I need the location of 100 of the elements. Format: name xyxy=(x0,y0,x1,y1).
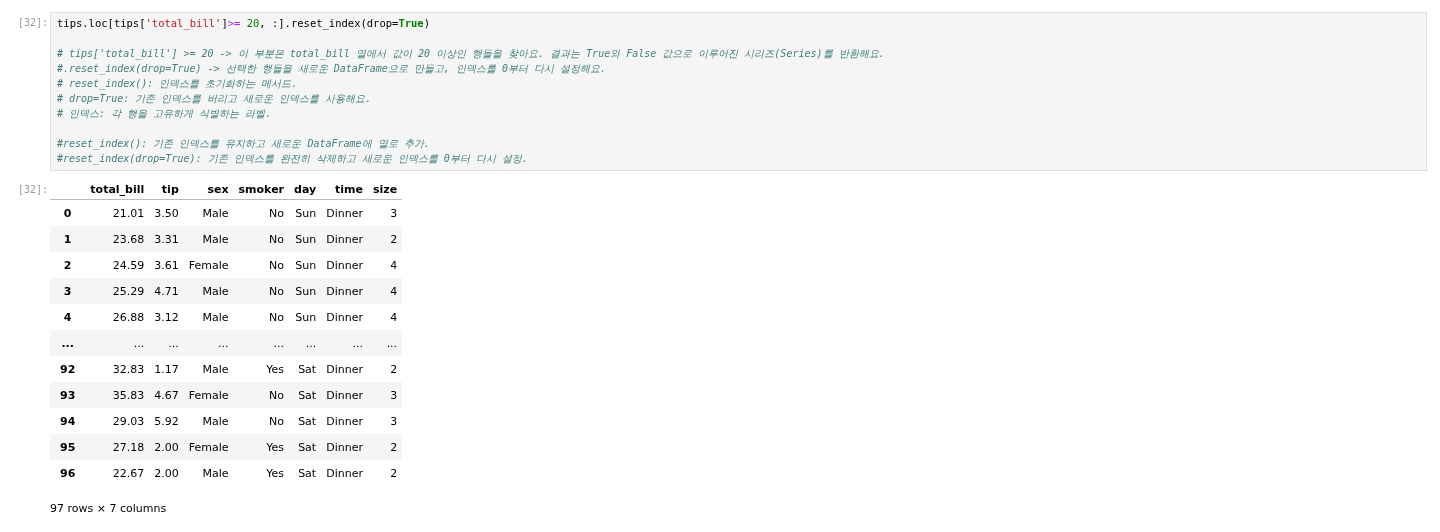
table-cell: 4 xyxy=(367,278,403,304)
table-cell: 3.61 xyxy=(149,252,184,278)
table-cell: 2.00 xyxy=(149,434,184,460)
table-cell: Male xyxy=(183,356,234,382)
table-cell: No xyxy=(233,252,290,278)
table-cell: 32.83 xyxy=(85,356,150,382)
table-cell: Female xyxy=(183,434,234,460)
table-cell: No xyxy=(233,304,290,330)
table-cell: 2 xyxy=(367,226,403,252)
table-cell: ... xyxy=(233,330,290,356)
row-index: 4 xyxy=(50,304,86,330)
table-cell: Sat xyxy=(289,356,322,382)
table-cell: 4 xyxy=(367,252,403,278)
table-cell: 4.67 xyxy=(149,382,184,408)
table-cell: Sat xyxy=(289,382,322,408)
column-header: smoker xyxy=(233,179,290,200)
table-cell: 26.88 xyxy=(85,304,150,330)
table-cell: 3 xyxy=(367,199,403,226)
table-cell: Male xyxy=(183,304,234,330)
table-cell: Dinner xyxy=(321,408,368,434)
table-cell: Sun xyxy=(289,278,322,304)
table-cell: 2.00 xyxy=(149,460,184,486)
column-header: day xyxy=(289,179,322,200)
row-index: 96 xyxy=(50,460,86,486)
code-comment: #reset_index(): 기존 인덱스를 유지하고 새로운 DataFrame에 열로 추가. xyxy=(57,137,431,151)
table-cell: Dinner xyxy=(321,252,368,278)
table-cell: 23.68 xyxy=(85,226,150,252)
table-cell: Yes xyxy=(233,434,290,460)
table-cell: Sun xyxy=(289,199,322,226)
row-index: 1 xyxy=(50,226,86,252)
table-cell: Yes xyxy=(233,356,290,382)
table-cell: Male xyxy=(183,278,234,304)
table-cell: Dinner xyxy=(321,382,368,408)
table-cell: Yes xyxy=(233,460,290,486)
table-cell: No xyxy=(233,226,290,252)
code-editor[interactable] xyxy=(50,12,1427,171)
code-comment: #reset_index(drop=True): 기존 인덱스를 완전히 삭제하고 새로운 인덱스를 0부터 다시 설정. xyxy=(57,152,529,166)
row-index: 95 xyxy=(50,434,86,460)
column-header: size xyxy=(367,179,403,200)
row-index: 94 xyxy=(50,408,86,434)
table-cell: 4.71 xyxy=(149,278,184,304)
table-cell: 3 xyxy=(367,382,403,408)
table-cell: 25.29 xyxy=(85,278,150,304)
table-shape-text: 97 rows × 7 columns xyxy=(50,502,168,515)
table-cell: Male xyxy=(183,199,234,226)
table-cell: 21.01 xyxy=(85,199,150,226)
table-cell: 2 xyxy=(367,460,403,486)
row-index: 92 xyxy=(50,356,86,382)
table-cell: 5.92 xyxy=(149,408,184,434)
table-cell: No xyxy=(233,199,290,226)
table-cell: Male xyxy=(183,460,234,486)
table-cell: Dinner xyxy=(321,199,368,226)
table-cell: 24.59 xyxy=(85,252,150,278)
table-cell: ... xyxy=(321,330,368,356)
table-cell: Female xyxy=(183,382,234,408)
table-cell: Dinner xyxy=(321,278,368,304)
table-cell: 27.18 xyxy=(85,434,150,460)
code-comment: # tips['total_bill'] >= 20 -> 이 부분은 total_bill 열에서 값이 20 이상인 행들을 찾아요. 결과는 True와 False 값으로 이루어진 시리즈(Series)를 반환해요. xyxy=(57,47,886,61)
table-cell: 3.50 xyxy=(149,199,184,226)
table-cell: 35.83 xyxy=(85,382,150,408)
table-cell: 2 xyxy=(367,356,403,382)
input-prompt: [32]: xyxy=(18,16,50,28)
table-cell: 3.12 xyxy=(149,304,184,330)
row-index: 0 xyxy=(50,199,86,226)
table-cell: Sat xyxy=(289,434,322,460)
column-header: tip xyxy=(149,179,184,200)
table-cell: Dinner xyxy=(321,460,368,486)
table-cell: No xyxy=(233,382,290,408)
table-cell: No xyxy=(233,408,290,434)
table-cell: Male xyxy=(183,226,234,252)
table-cell: Female xyxy=(183,252,234,278)
column-header: time xyxy=(321,179,368,200)
table-cell: ... xyxy=(183,330,234,356)
table-cell: No xyxy=(233,278,290,304)
table-cell: ... xyxy=(149,330,184,356)
table-cell: Sun xyxy=(289,226,322,252)
table-cell: ... xyxy=(85,330,150,356)
table-cell: Sat xyxy=(289,408,322,434)
table-cell: 29.03 xyxy=(85,408,150,434)
code-comment: # reset_index(): 인덱스를 초기화하는 메서드. xyxy=(57,77,299,91)
column-header: total_bill xyxy=(85,179,150,200)
table-cell: 2 xyxy=(367,434,403,460)
column-header: sex xyxy=(183,179,234,200)
table-cell: Male xyxy=(183,408,234,434)
table-cell: Dinner xyxy=(321,226,368,252)
row-index: 2 xyxy=(50,252,86,278)
code-comment: # drop=True: 기존 인덱스를 버리고 새로운 인덱스를 사용해요. xyxy=(57,92,373,106)
table-cell: Sat xyxy=(289,460,322,486)
row-index: ... xyxy=(50,330,86,356)
output-prompt: [32]: xyxy=(18,183,50,195)
table-cell: 4 xyxy=(367,304,403,330)
table-cell: 3 xyxy=(367,408,403,434)
table-cell: 1.17 xyxy=(149,356,184,382)
table-cell: ... xyxy=(367,330,403,356)
row-index: 93 xyxy=(50,382,86,408)
code-comment: #.reset_index(drop=True) -> 선택한 행들을 새로운 DataFrame으로 만들고, 인덱스를 0부터 다시 설정해요. xyxy=(57,62,607,76)
table-cell: Sun xyxy=(289,304,322,330)
code-line: tips.loc[tips['total_bill']>= 20, :].reset_index(drop=True) xyxy=(57,16,432,31)
table-cell: Sun xyxy=(289,252,322,278)
table-cell: Dinner xyxy=(321,356,368,382)
